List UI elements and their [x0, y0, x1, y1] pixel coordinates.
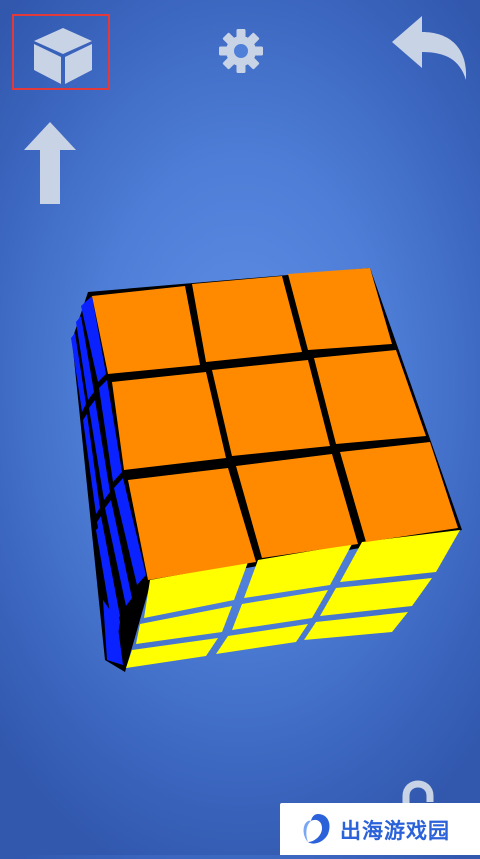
- cube-canvas[interactable]: [0, 0, 480, 855]
- cube-top-face[interactable]: [92, 268, 458, 580]
- watermark-badge: 出海游戏园: [280, 803, 480, 855]
- watermark-text: 出海游戏园: [340, 819, 450, 843]
- rubiks-cube[interactable]: [0, 0, 480, 855]
- watermark-logo-icon: [303, 814, 330, 844]
